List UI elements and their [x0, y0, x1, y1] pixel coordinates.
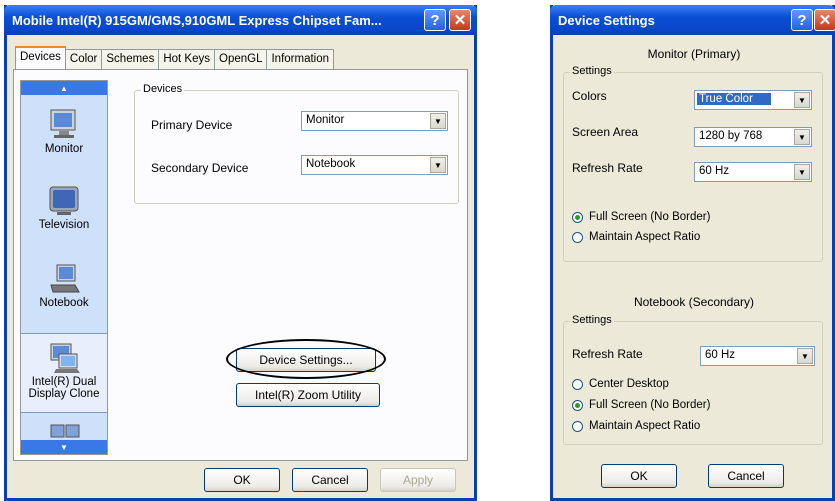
monitor-heading: Monitor (Primary) — [647, 47, 741, 61]
radio-selected-icon[interactable] — [572, 399, 583, 411]
radio-label: Full Screen (No Border) — [589, 399, 711, 411]
notebook-heading: Notebook (Secondary) — [633, 295, 755, 309]
sidebar-item-television[interactable]: Television — [21, 183, 107, 231]
close-button[interactable]: ✕ — [449, 9, 471, 31]
device-sidebar: ▲ Monitor Television Notebook Intel(R) D… — [20, 80, 108, 455]
tab-strip: Devices Color Schemes Hot Keys OpenGL In… — [15, 46, 335, 69]
refresh-rate-value: 60 Hz — [699, 165, 730, 177]
device-settings-button[interactable]: Device Settings... — [236, 348, 376, 372]
monitor-icon — [50, 109, 76, 138]
tab-information[interactable]: Information — [266, 49, 335, 69]
ok-button[interactable]: OK — [601, 464, 677, 488]
device-settings-panel: Monitor (Primary) Settings Colors True C… — [556, 39, 832, 495]
title-bar[interactable]: Mobile Intel(R) 915GM/GMS,910GML Express… — [4, 5, 477, 35]
sidebar-item-dual-display-clone[interactable]: Intel(R) Dual Display Clone — [21, 333, 107, 413]
radio-full-screen[interactable]: Full Screen (No Border) — [572, 211, 710, 223]
radio-center-desktop[interactable]: Center Desktop — [572, 378, 669, 390]
radio-selected-icon[interactable] — [572, 211, 583, 223]
settings-group-label: Settings — [570, 314, 614, 326]
scroll-up-button[interactable]: ▲ — [21, 81, 107, 95]
dual-display-icon — [50, 343, 80, 373]
sidebar-item-label: Monitor — [44, 143, 84, 155]
primary-device-value: Monitor — [306, 114, 345, 126]
radio-unselected-icon[interactable] — [572, 231, 583, 243]
tab-devices[interactable]: Devices — [15, 46, 66, 69]
notebook-settings-group: Settings Refresh Rate 60 Hz ▼ Center Des… — [563, 314, 823, 445]
radio-full-screen[interactable]: Full Screen (No Border) — [572, 399, 710, 411]
zoom-utility-button[interactable]: Intel(R) Zoom Utility — [236, 383, 380, 407]
refresh-rate-label: Refresh Rate — [572, 347, 643, 361]
chevron-down-icon[interactable]: ▼ — [430, 157, 446, 173]
window-title: Device Settings — [558, 12, 655, 28]
radio-label: Maintain Aspect Ratio — [589, 420, 701, 432]
radio-label: Center Desktop — [589, 378, 669, 390]
primary-device-select[interactable]: Monitor ▼ — [301, 111, 448, 131]
television-icon — [49, 186, 79, 215]
help-icon: ? — [797, 11, 807, 29]
help-icon: ? — [430, 11, 440, 29]
ok-button[interactable]: OK — [204, 468, 280, 492]
sidebar-item-label-line-1: Intel(R) Dual — [31, 376, 97, 388]
colors-label: Colors — [572, 89, 607, 103]
radio-unselected-icon[interactable] — [572, 420, 583, 432]
help-button[interactable]: ? — [424, 9, 446, 31]
chevron-down-icon[interactable]: ▼ — [794, 164, 810, 180]
chevron-down-icon[interactable]: ▼ — [794, 92, 810, 108]
intel-graphics-properties-window: Mobile Intel(R) 915GM/GMS,910GML Express… — [4, 5, 477, 501]
radio-maintain-aspect[interactable]: Maintain Aspect Ratio — [572, 420, 700, 432]
sidebar-item-label: Notebook — [39, 297, 89, 309]
sidebar-item-monitor[interactable]: Monitor — [21, 107, 107, 155]
apply-button: Apply — [380, 468, 456, 492]
screen-area-label: Screen Area — [572, 125, 639, 139]
close-icon: ✕ — [818, 11, 832, 29]
tab-color[interactable]: Color — [64, 49, 103, 69]
radio-label: Maintain Aspect Ratio — [589, 231, 701, 243]
close-button[interactable]: ✕ — [814, 9, 835, 31]
notebook-refresh-rate-select[interactable]: 60 Hz ▼ — [700, 346, 815, 366]
refresh-rate-select[interactable]: 60 Hz ▼ — [694, 162, 812, 182]
refresh-rate-value: 60 Hz — [705, 349, 736, 361]
radio-maintain-aspect[interactable]: Maintain Aspect Ratio — [572, 231, 700, 243]
tab-opengl[interactable]: OpenGL — [214, 49, 268, 69]
primary-device-label: Primary Device — [151, 118, 233, 132]
secondary-device-value: Notebook — [306, 158, 356, 170]
refresh-rate-label: Refresh Rate — [572, 161, 643, 175]
screen-area-value: 1280 by 768 — [699, 130, 763, 142]
sidebar-item-notebook[interactable]: Notebook — [21, 261, 107, 309]
screen-area-select[interactable]: 1280 by 768 ▼ — [694, 127, 812, 147]
radio-unselected-icon[interactable] — [572, 378, 583, 390]
cancel-button[interactable]: Cancel — [708, 464, 784, 488]
notebook-icon — [50, 264, 80, 293]
partial-device-icon — [49, 424, 81, 438]
secondary-device-select[interactable]: Notebook ▼ — [301, 155, 448, 175]
sidebar-item-label-line-2: Display Clone — [28, 388, 100, 400]
chevron-down-icon[interactable]: ▼ — [430, 113, 446, 129]
devices-group: Devices Primary Device Monitor ▼ Seconda… — [134, 83, 459, 204]
title-bar[interactable]: Device Settings ? ✕ — [550, 5, 835, 35]
scroll-down-button[interactable]: ▼ — [21, 440, 107, 454]
chevron-down-icon[interactable]: ▼ — [797, 348, 813, 364]
tab-hot-keys[interactable]: Hot Keys — [158, 49, 215, 69]
window-title: Mobile Intel(R) 915GM/GMS,910GML Express… — [12, 12, 382, 28]
devices-group-label: Devices — [141, 83, 185, 95]
sidebar-item-label: Television — [38, 219, 90, 231]
chevron-down-icon[interactable]: ▼ — [794, 129, 810, 145]
close-icon: ✕ — [453, 11, 467, 29]
tab-schemes[interactable]: Schemes — [101, 49, 160, 69]
help-button[interactable]: ? — [791, 9, 813, 31]
cancel-button[interactable]: Cancel — [292, 468, 368, 492]
settings-group-label: Settings — [570, 65, 614, 77]
devices-panel: ▲ Monitor Television Notebook Intel(R) D… — [13, 69, 468, 461]
radio-label: Full Screen (No Border) — [589, 211, 711, 223]
secondary-device-label: Secondary Device — [151, 161, 249, 175]
monitor-settings-group: Settings Colors True Color ▼ Screen Area… — [563, 65, 823, 262]
device-settings-window: Device Settings ? ✕ Monitor (Primary) Se… — [550, 5, 835, 501]
colors-select[interactable]: True Color ▼ — [694, 90, 812, 110]
colors-value: True Color — [697, 93, 771, 105]
